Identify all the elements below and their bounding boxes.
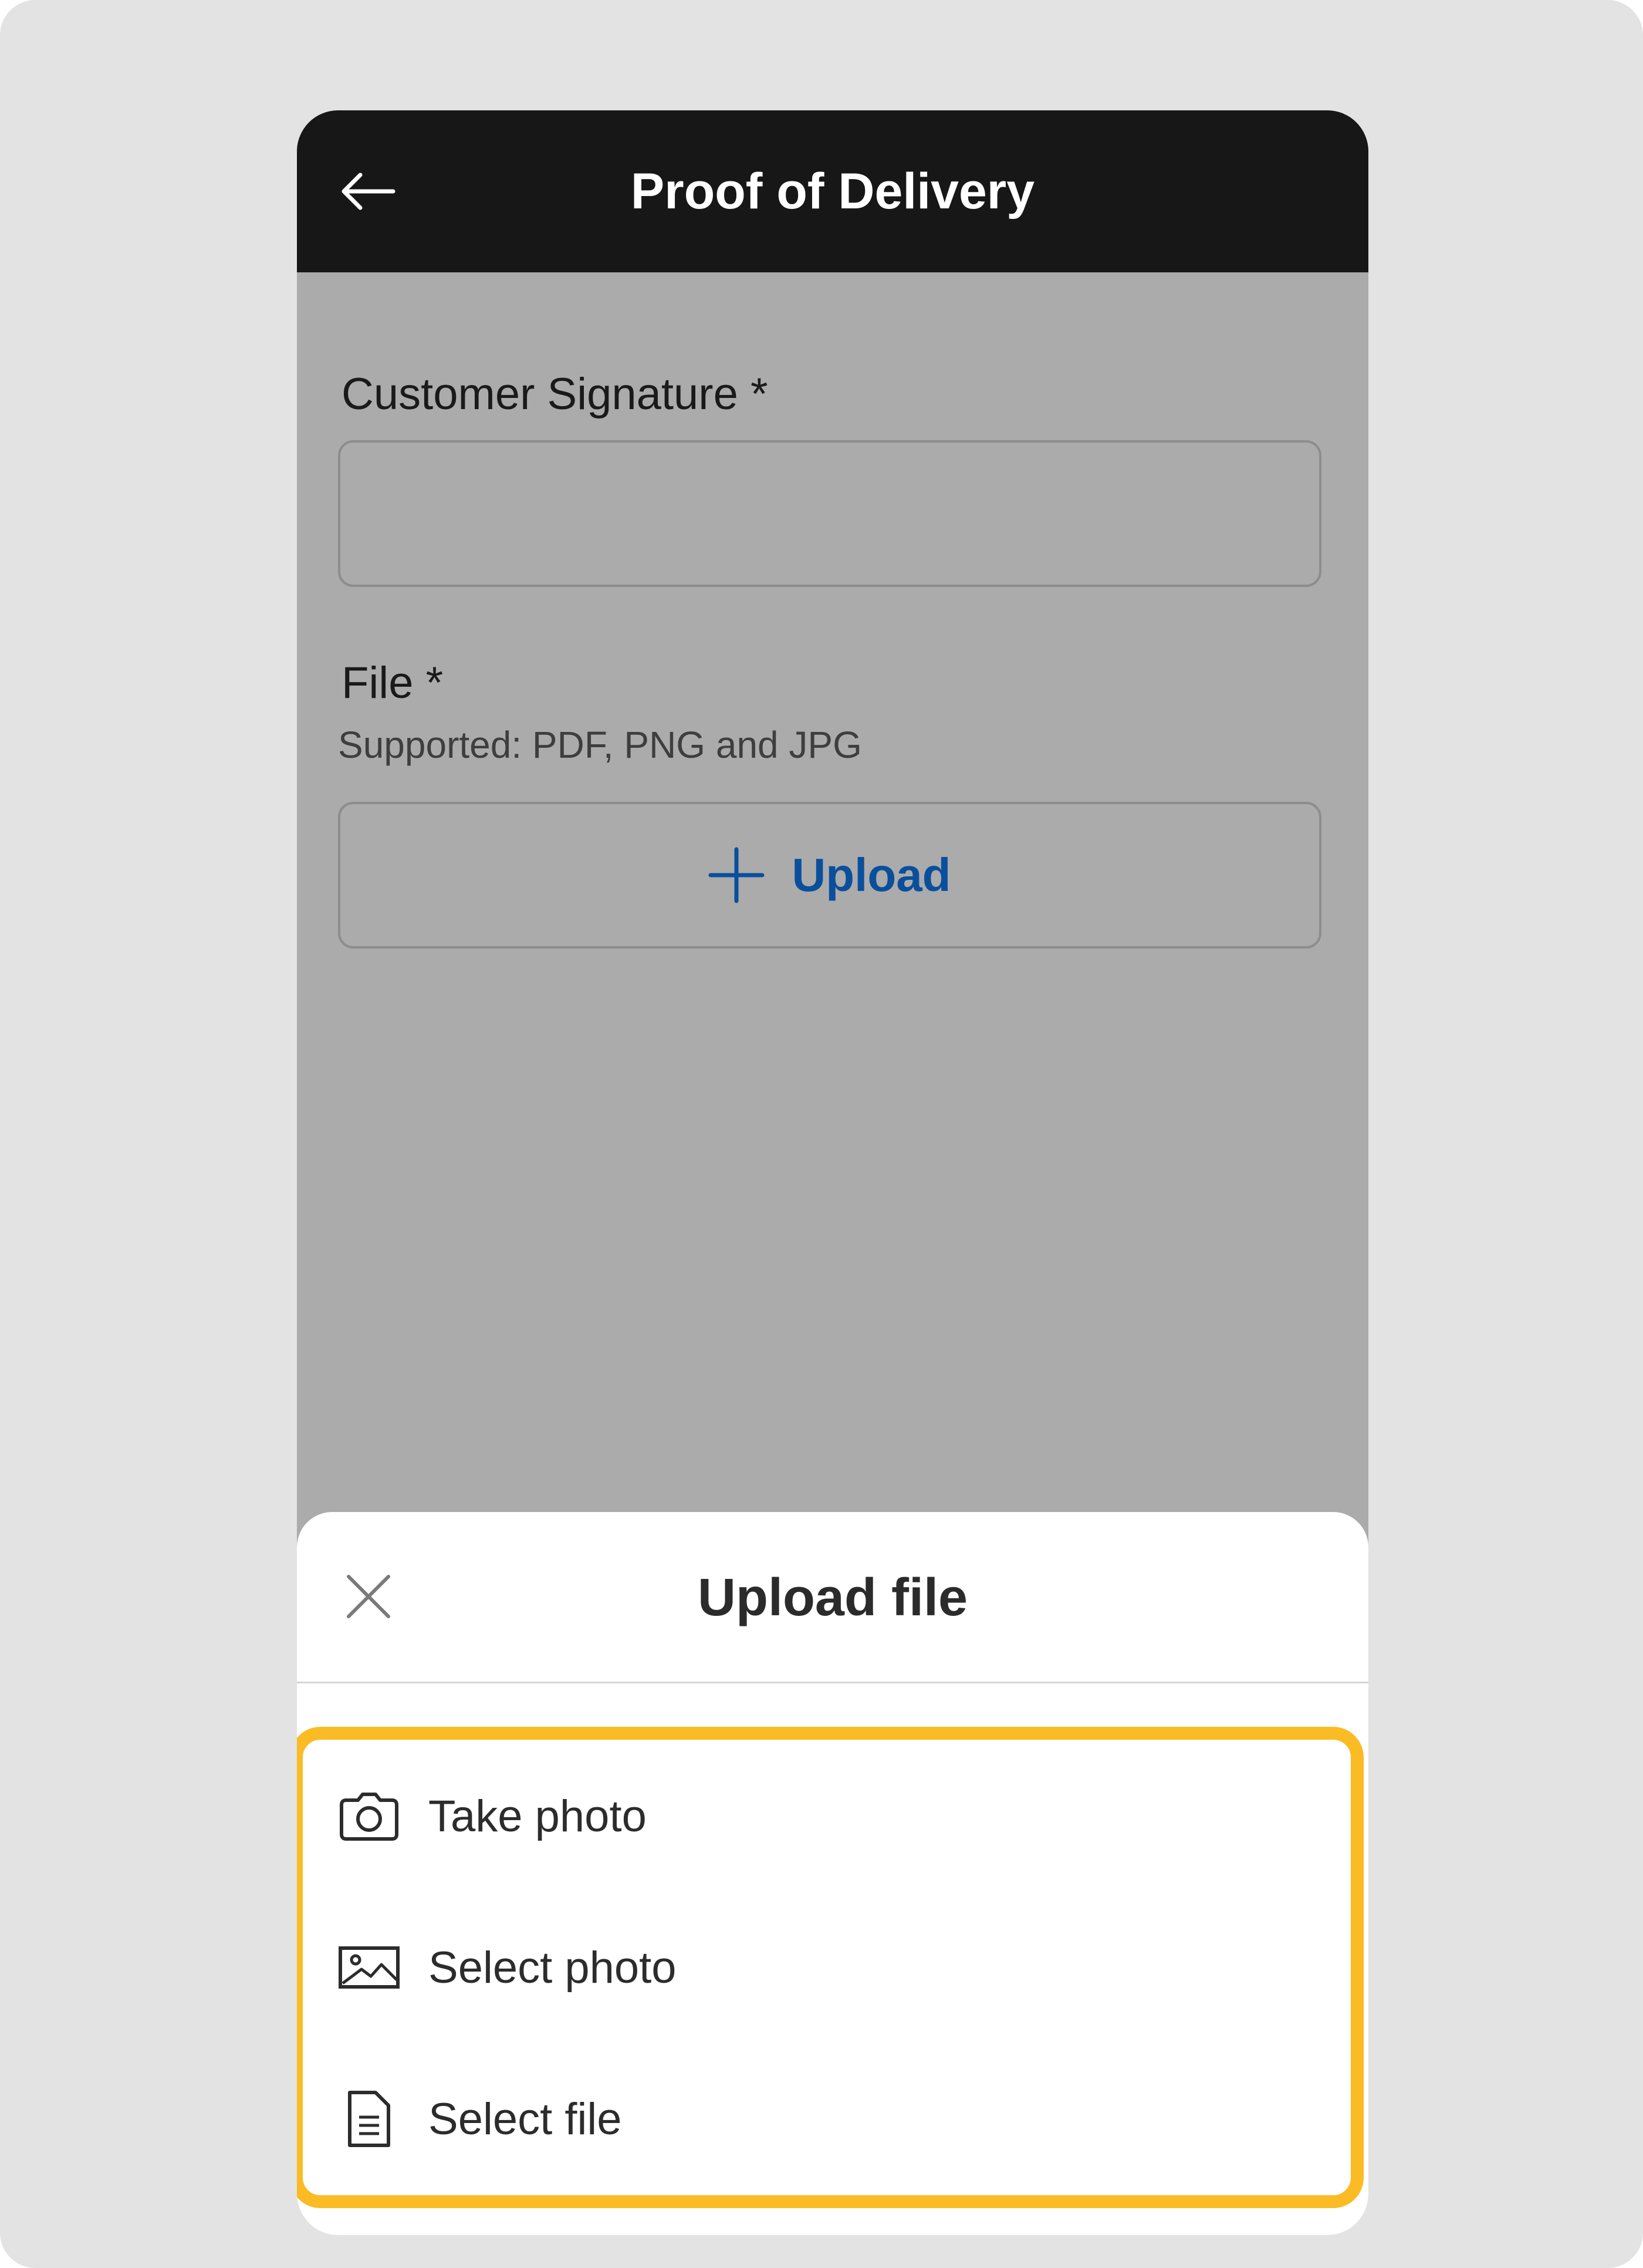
page-title: Proof of Delivery [630,163,1035,220]
upload-button-label: Upload [792,849,951,901]
background-canvas: Proof of Delivery Customer Signature * F… [0,0,1643,2268]
option-label: Select photo [428,1942,677,1993]
phone-screen: Proof of Delivery Customer Signature * F… [297,110,1368,2235]
image-icon [339,1946,400,1989]
camera-icon [340,1793,398,1841]
option-select-photo[interactable]: Select photo [338,1915,1300,2020]
upload-button-content: Upload [340,804,1319,946]
sheet-header: Upload file [297,1512,1368,1683]
option-label: Take photo [428,1791,647,1841]
file-hint: Supported: PDF, PNG and JPG [338,724,862,766]
file-label: File * [342,658,444,708]
option-label: Select file [428,2094,622,2144]
upload-button[interactable]: Upload [338,802,1321,949]
signature-field[interactable] [338,440,1321,587]
document-icon [348,2091,390,2147]
option-take-photo[interactable]: Take photo [338,1763,1300,1869]
sheet-title: Upload file [697,1568,968,1627]
app-bar: Proof of Delivery [297,110,1368,272]
upload-file-sheet: Upload file Take photo Select photo Sele… [297,1512,1368,2235]
signature-label: Customer Signature * [342,369,768,419]
plus-icon [708,847,765,903]
option-select-file[interactable]: Select file [338,2066,1300,2172]
